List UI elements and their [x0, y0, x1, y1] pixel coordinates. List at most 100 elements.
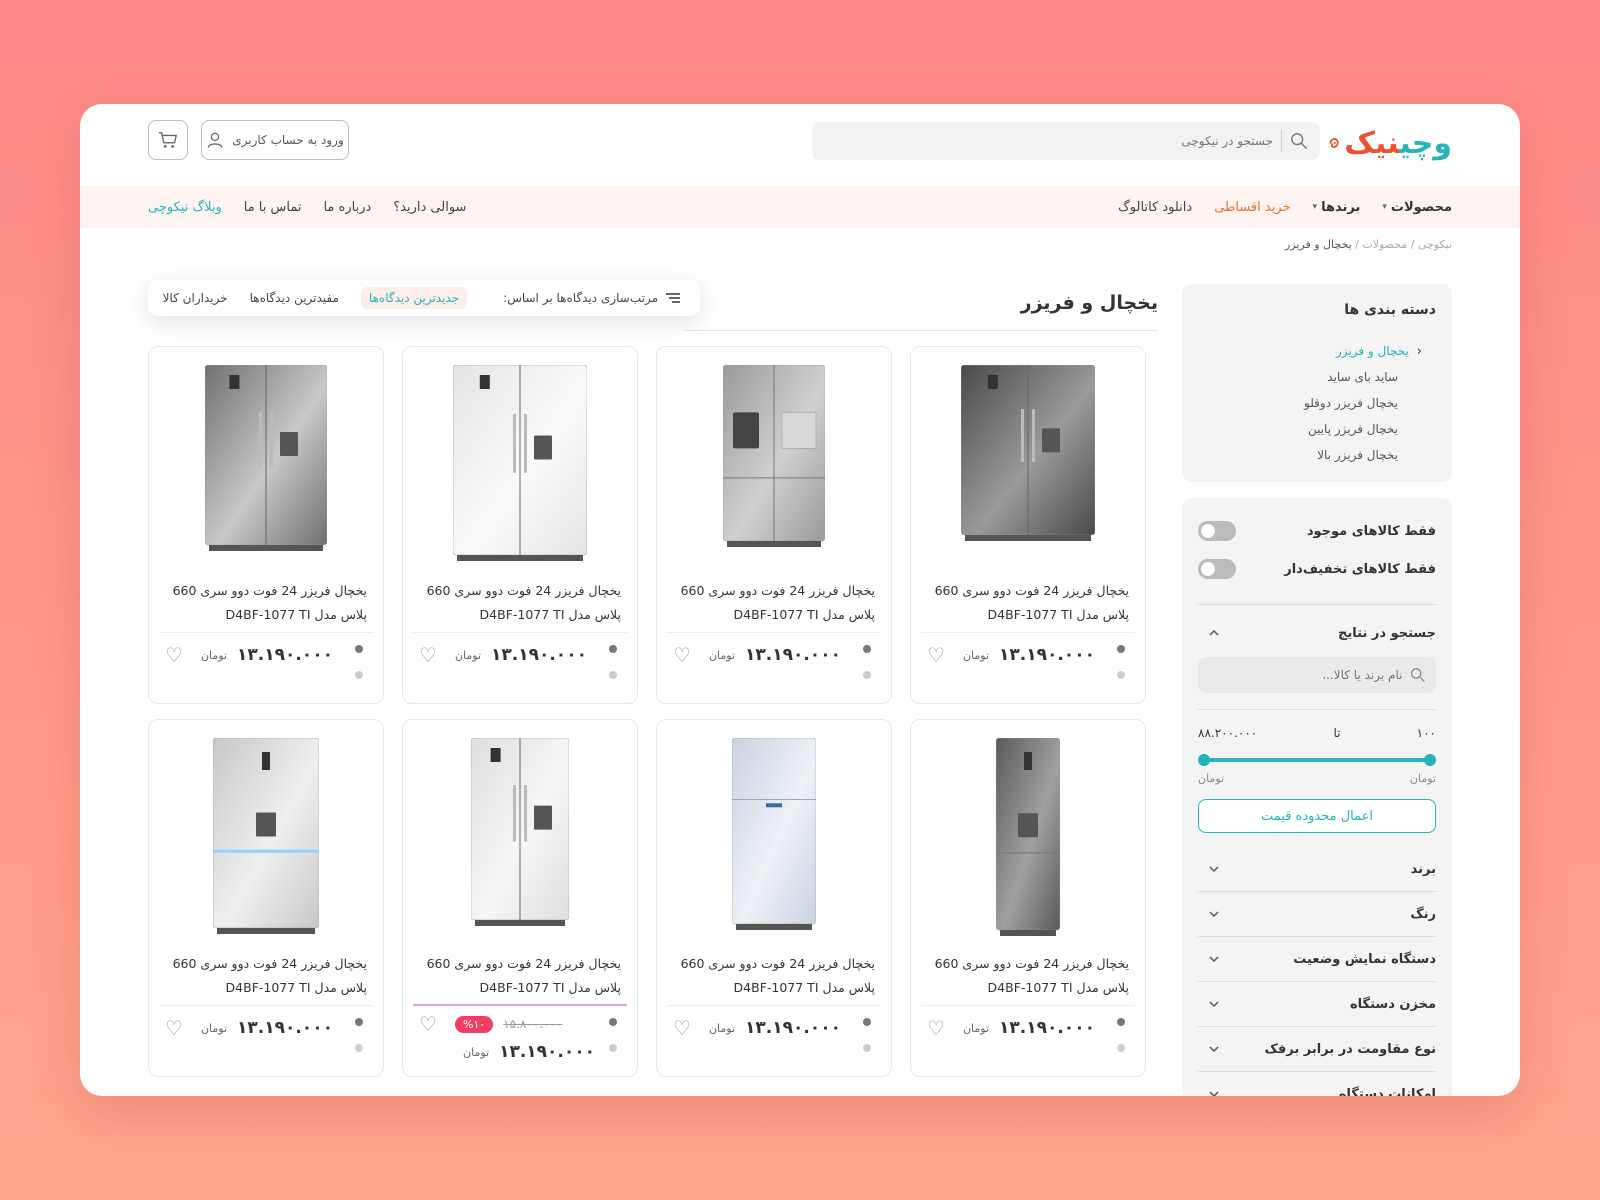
product-card[interactable]: یخچال فریزر 24 فوت دوو سری 660 پلاس مدل …: [148, 346, 384, 704]
results-search-header[interactable]: جستجو در نتایج: [1198, 621, 1436, 645]
sort-option-most-helpful[interactable]: مفیدترین دیدگاه‌ها: [250, 291, 339, 305]
product-name[interactable]: یخچال فریزر 24 فوت دوو سری 660 پلاس مدل …: [927, 952, 1129, 1000]
product-image[interactable]: [470, 737, 570, 930]
color-swatch[interactable]: [1117, 1044, 1125, 1052]
sort-option-newest[interactable]: جدیدترین دیدگاه‌ها: [360, 287, 468, 309]
sort-option-buyers[interactable]: خریداران کالا: [163, 291, 228, 305]
category-item-0[interactable]: ‹ یخچال و فریزر: [1198, 338, 1422, 364]
cart-button[interactable]: [148, 120, 188, 160]
in-stock-toggle[interactable]: [1198, 521, 1236, 541]
slider-handle-max[interactable]: [1198, 754, 1210, 766]
product-card[interactable]: یخچال فریزر 24 فوت دوو سری 660 پلاس مدل …: [402, 719, 638, 1077]
product-image[interactable]: [731, 737, 817, 934]
heart-icon[interactable]: ♡: [673, 643, 691, 667]
product-price: ۱۳.۱۹۰.۰۰۰: [745, 1018, 841, 1038]
apply-price-range-button[interactable]: اعمال محدوده قیمت: [1198, 799, 1436, 833]
category-item-3[interactable]: یخچال فریزر پایین: [1198, 416, 1414, 442]
search-icon[interactable]: [1290, 132, 1308, 150]
color-swatch[interactable]: [355, 1044, 363, 1052]
search-input[interactable]: [973, 134, 1273, 148]
heart-icon[interactable]: ♡: [419, 643, 437, 667]
product-card[interactable]: یخچال فریزر 24 فوت دوو سری 660 پلاس مدل …: [656, 719, 892, 1077]
category-item-4[interactable]: یخچال فریزر بالا: [1198, 442, 1414, 468]
nav-item-right-3[interactable]: دانلود کاتالوگ: [1118, 200, 1192, 215]
color-swatch[interactable]: [1117, 1018, 1125, 1026]
price-range-slider[interactable]: [1198, 754, 1436, 766]
breadcrumb-item-home[interactable]: نیکوچی: [1418, 238, 1452, 251]
heart-icon[interactable]: ♡: [927, 1016, 945, 1040]
color-swatch[interactable]: [863, 671, 871, 679]
login-button[interactable]: ورود به حساب کاربری: [201, 120, 349, 160]
divider: [1198, 604, 1436, 605]
filter-accordion-5[interactable]: امکانات دستگاه: [1198, 1072, 1436, 1096]
product-name[interactable]: یخچال فریزر 24 فوت دوو سری 660 پلاس مدل …: [419, 952, 621, 1000]
filter-accordion-4[interactable]: نوع مقاومت در برابر برفک: [1198, 1027, 1436, 1072]
heart-icon[interactable]: ♡: [673, 1016, 691, 1040]
nav-item-left-0[interactable]: سوالی دارید؟: [393, 200, 466, 215]
product-card[interactable]: یخچال فریزر 24 فوت دوو سری 660 پلاس مدل …: [910, 719, 1146, 1077]
color-swatches: [609, 645, 617, 697]
filter-accordion-2[interactable]: دستگاه نمایش وضعیت: [1198, 937, 1436, 982]
color-swatch[interactable]: [609, 1044, 617, 1052]
search-bar[interactable]: [812, 122, 1320, 160]
color-swatch[interactable]: [609, 645, 617, 653]
product-card[interactable]: یخچال فریزر 24 فوت دوو سری 660 پلاس مدل …: [910, 346, 1146, 704]
currency-label: تومان: [708, 1021, 736, 1035]
nav-item-right-2[interactable]: خرید اقساطی: [1214, 200, 1290, 215]
product-name[interactable]: یخچال فریزر 24 فوت دوو سری 660 پلاس مدل …: [927, 579, 1129, 627]
color-swatch[interactable]: [1117, 645, 1125, 653]
filter-in-stock[interactable]: فقط کالاهای موجود: [1198, 512, 1436, 550]
chevron-up-icon[interactable]: [1208, 627, 1220, 639]
product-name[interactable]: یخچال فریزر 24 فوت دوو سری 660 پلاس مدل …: [673, 579, 875, 627]
price-row: ♡ تومان ۱۳.۱۹۰.۰۰۰: [927, 1016, 1095, 1040]
color-swatch[interactable]: [355, 671, 363, 679]
slider-handle-min[interactable]: [1424, 754, 1436, 766]
color-swatch[interactable]: [355, 1018, 363, 1026]
heart-icon[interactable]: ♡: [165, 643, 183, 667]
site-logo[interactable]: وچینیک: [1328, 120, 1453, 166]
product-name[interactable]: یخچال فریزر 24 فوت دوو سری 660 پلاس مدل …: [165, 579, 367, 627]
filter-accordion-3[interactable]: مخزن دستگاه: [1198, 982, 1436, 1027]
product-image[interactable]: [204, 364, 328, 555]
color-swatch[interactable]: [609, 1018, 617, 1026]
product-card[interactable]: یخچال فریزر 24 فوت دوو سری 660 پلاس مدل …: [656, 346, 892, 704]
price-row: ♡ تومان ۱۳.۱۹۰.۰۰۰: [419, 643, 587, 667]
breadcrumb-item-products[interactable]: محصولات: [1362, 238, 1407, 251]
product-listing: یخچال و فریزر مرتب‌سازی دیدگاه‌ها بر اسا…: [148, 280, 1158, 1096]
product-name[interactable]: یخچال فریزر 24 فوت دوو سری 660 پلاس مدل …: [673, 952, 875, 1000]
product-name[interactable]: یخچال فریزر 24 فوت دوو سری 660 پلاس مدل …: [165, 952, 367, 1000]
nav-item-left-3[interactable]: وبلاگ نیکوچی: [148, 200, 222, 215]
nav-item-right-0[interactable]: محصولات ▾: [1382, 200, 1452, 215]
filter-discounted[interactable]: فقط کالاهای تخفیف‌دار: [1198, 550, 1436, 588]
product-image[interactable]: [722, 364, 826, 551]
product-image[interactable]: [212, 737, 320, 938]
nav-item-left-2[interactable]: تماس با ما: [244, 200, 302, 215]
color-swatch[interactable]: [863, 645, 871, 653]
product-image[interactable]: [995, 737, 1061, 940]
heart-icon[interactable]: ♡: [165, 1016, 183, 1040]
heart-icon[interactable]: ♡: [927, 643, 945, 667]
product-card[interactable]: یخچال فریزر 24 فوت دوو سری 660 پلاس مدل …: [402, 346, 638, 704]
discounted-toggle[interactable]: [1198, 559, 1236, 579]
nav-item-label: تماس با ما: [243, 199, 302, 215]
results-search-box[interactable]: [1198, 657, 1436, 693]
color-swatch[interactable]: [863, 1044, 871, 1052]
nav-item-right-1[interactable]: برندها ▾: [1313, 200, 1361, 215]
accordion-label: برند: [1410, 861, 1436, 877]
product-card[interactable]: یخچال فریزر 24 فوت دوو سری 660 پلاس مدل …: [148, 719, 384, 1077]
color-swatch[interactable]: [355, 645, 363, 653]
product-image[interactable]: [452, 364, 588, 565]
filter-accordion-1[interactable]: رنگ: [1198, 892, 1436, 937]
color-swatch[interactable]: [1117, 671, 1125, 679]
color-swatch[interactable]: [609, 671, 617, 679]
filter-accordion-0[interactable]: برند: [1198, 847, 1436, 892]
nav-item-left-1[interactable]: درباره ما: [323, 200, 371, 215]
sidebar: دسته بندی ها ‹ یخچال و فریزر ساید بای ساید…: [1182, 284, 1452, 1096]
results-search-input[interactable]: [1208, 668, 1403, 682]
color-swatch[interactable]: [863, 1018, 871, 1026]
product-image[interactable]: [960, 364, 1096, 545]
category-item-1[interactable]: ساید بای ساید: [1198, 364, 1414, 390]
category-item-2[interactable]: یخچال فریزر دوقلو: [1198, 390, 1414, 416]
product-name[interactable]: یخچال فریزر 24 فوت دوو سری 660 پلاس مدل …: [419, 579, 621, 627]
heart-icon[interactable]: ♡: [419, 1012, 437, 1036]
